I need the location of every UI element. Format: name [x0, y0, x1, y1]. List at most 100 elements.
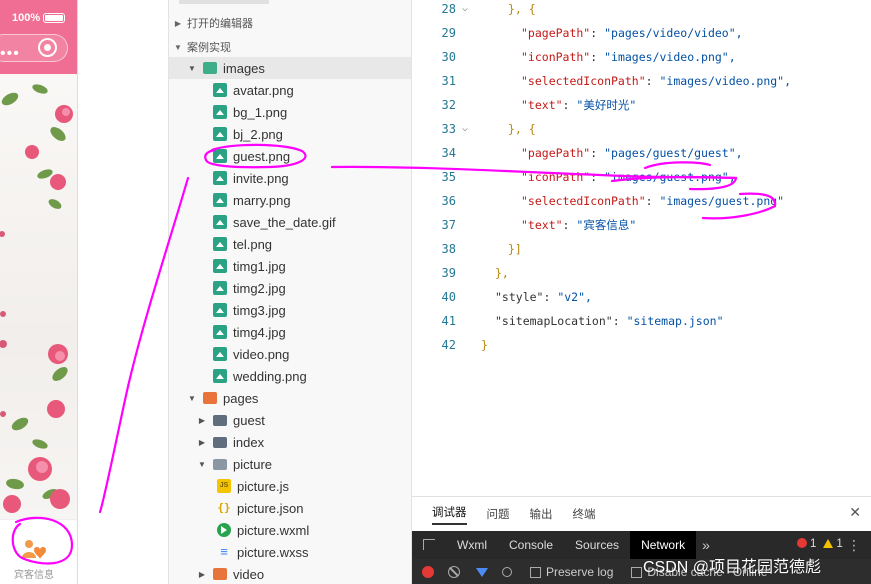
- file-picture-wxss[interactable]: ≡ picture.wxss: [169, 541, 411, 563]
- code-line[interactable]: 30 "iconPath": "images/video.png",: [412, 45, 871, 69]
- code-line[interactable]: 29 "pagePath": "pages/video/video",: [412, 21, 871, 45]
- json-key: "selectedIconPath": [521, 74, 646, 88]
- line-number: 29: [441, 26, 456, 40]
- file-picture-js[interactable]: JS picture.js: [169, 475, 411, 497]
- code-line[interactable]: 31 "selectedIconPath": "images/video.png"…: [412, 69, 871, 93]
- folder-pages[interactable]: ▼ pages: [169, 387, 411, 409]
- tab-debugger[interactable]: 调试器: [432, 504, 467, 525]
- close-capsule-icon[interactable]: [38, 38, 57, 57]
- line-number: 41: [441, 314, 456, 328]
- devtools-tab-sources[interactable]: Sources: [564, 531, 630, 559]
- code-text: }, {: [508, 122, 536, 136]
- file-label: picture.json: [237, 500, 304, 516]
- inspect-element-icon[interactable]: [412, 531, 446, 559]
- image-file-item[interactable]: bg_1.png: [169, 101, 411, 123]
- clear-icon[interactable]: [448, 566, 460, 578]
- json-colon: :: [590, 170, 605, 184]
- file-picture-json[interactable]: {} picture.json: [169, 497, 411, 519]
- devtools-tab-console[interactable]: Console: [498, 531, 564, 559]
- image-file-item[interactable]: timg4.jpg: [169, 321, 411, 343]
- folder-picture-label: picture: [233, 456, 273, 472]
- guest-tab-icon[interactable]: [20, 538, 48, 562]
- code-line[interactable]: 42}: [412, 333, 871, 357]
- image-file-item[interactable]: guest.png: [169, 145, 411, 167]
- fold-chevron-icon[interactable]: ⌵: [462, 117, 468, 141]
- tab-problems[interactable]: 问题: [487, 506, 510, 522]
- code-line[interactable]: 40 "style": "v2",: [412, 285, 871, 309]
- line-number: 34: [441, 146, 456, 160]
- code-line[interactable]: 32 "text": "美好时光": [412, 93, 871, 117]
- search-icon[interactable]: [502, 567, 512, 577]
- file-label: timg4.jpg: [233, 324, 286, 340]
- guest-tab-label[interactable]: 宾客信息: [14, 566, 54, 581]
- json-value: "pages/guest/guest",: [604, 146, 743, 160]
- record-icon[interactable]: [422, 566, 434, 578]
- folder-index[interactable]: ▶ index: [169, 431, 411, 453]
- code-text: "iconPath": "images/video.png",: [521, 45, 736, 69]
- preserve-log-label: Preserve log: [546, 565, 614, 579]
- code-line[interactable]: 28 ⌵}, {: [412, 0, 871, 21]
- image-file-item[interactable]: marry.png: [169, 189, 411, 211]
- chevron-right-icon: ▶: [174, 18, 182, 28]
- battery-percent: 100%: [12, 12, 41, 24]
- image-file-item[interactable]: tel.png: [169, 233, 411, 255]
- preserve-log-checkbox[interactable]: [530, 566, 541, 578]
- image-file-item[interactable]: bj_2.png: [169, 123, 411, 145]
- file-label: bg_1.png: [233, 104, 288, 120]
- code-line[interactable]: 33 ⌵}, {: [412, 117, 871, 141]
- chevron-down-icon: ▼: [198, 459, 206, 469]
- image-file-item[interactable]: timg3.jpg: [169, 299, 411, 321]
- file-picture-wxml[interactable]: picture.wxml: [169, 519, 411, 541]
- more-tabs-icon[interactable]: »: [696, 537, 716, 553]
- explorer-header-strip: [179, 0, 269, 4]
- image-file-icon: [213, 127, 227, 141]
- code-line[interactable]: 38}]: [412, 237, 871, 261]
- code-line[interactable]: 39},: [412, 261, 871, 285]
- gear-icon[interactable]: ⋮: [847, 537, 861, 554]
- line-number: 30: [441, 50, 456, 64]
- json-colon: :: [645, 194, 660, 208]
- line-number: 37: [441, 218, 456, 232]
- code-line[interactable]: 34 "pagePath": "pages/guest/guest",: [412, 141, 871, 165]
- section-project-label: 案例实现: [187, 42, 231, 54]
- close-icon[interactable]: ✕: [849, 504, 861, 521]
- tab-terminal[interactable]: 终端: [573, 506, 596, 522]
- json-colon: :: [562, 98, 577, 112]
- image-file-item[interactable]: timg2.jpg: [169, 277, 411, 299]
- file-explorer: ▶ 打开的编辑器 ▼ 案例实现 ▼ images avatar.png bg_1.…: [168, 0, 412, 584]
- fold-chevron-icon[interactable]: ⌵: [462, 0, 468, 21]
- code-editor[interactable]: 28 ⌵}, {29 "pagePath": "pages/video/video"…: [412, 0, 871, 496]
- folder-guest[interactable]: ▶ guest: [169, 409, 411, 431]
- image-file-icon: [213, 215, 227, 229]
- code-line[interactable]: 37 "text": "宾客信息": [412, 213, 871, 237]
- disable-cache-checkbox[interactable]: [631, 566, 643, 578]
- chevron-right-icon: ▶: [198, 569, 206, 579]
- code-line[interactable]: 41 "sitemapLocation": "sitemap.json": [412, 309, 871, 333]
- section-open-editors[interactable]: ▶ 打开的编辑器: [169, 12, 411, 34]
- image-file-item[interactable]: wedding.png: [169, 365, 411, 387]
- folder-icon: [213, 568, 227, 580]
- devtools-tab-wxml[interactable]: Wxml: [446, 531, 498, 559]
- file-label: timg2.jpg: [233, 280, 286, 296]
- folder-pages-label: pages: [223, 390, 259, 406]
- section-project[interactable]: ▼ 案例实现: [169, 36, 411, 58]
- warning-icon: [823, 539, 834, 548]
- chevron-down-icon: ▼: [174, 42, 182, 52]
- code-line[interactable]: 35 "iconPath": "images/guest.png",: [412, 165, 871, 189]
- code-text: "selectedIconPath": "images/guest.png": [521, 189, 784, 213]
- image-file-item[interactable]: timg1.jpg: [169, 255, 411, 277]
- folder-images[interactable]: ▼ images: [169, 57, 411, 79]
- image-file-icon: [213, 237, 227, 251]
- folder-picture[interactable]: ▼ picture: [169, 453, 411, 475]
- image-file-item[interactable]: avatar.png: [169, 79, 411, 101]
- filter-icon[interactable]: [476, 567, 488, 577]
- image-file-item[interactable]: invite.png: [169, 167, 411, 189]
- image-file-item[interactable]: save_the_date.gif: [169, 211, 411, 233]
- more-dots-icon[interactable]: •••: [0, 46, 20, 62]
- image-file-item[interactable]: video.png: [169, 343, 411, 365]
- file-label: save_the_date.gif: [233, 214, 336, 230]
- code-line[interactable]: 36 "selectedIconPath": "images/guest.png": [412, 189, 871, 213]
- folder-video[interactable]: ▶ video: [169, 563, 411, 584]
- error-warning-counts[interactable]: 11: [797, 538, 843, 550]
- tab-output[interactable]: 输出: [530, 506, 553, 522]
